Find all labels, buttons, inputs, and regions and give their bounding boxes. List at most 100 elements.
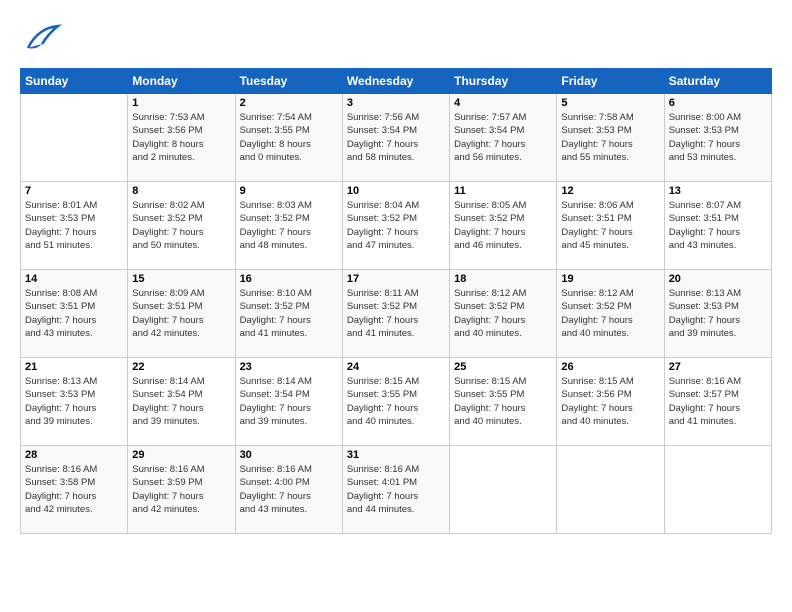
day-number: 31 bbox=[347, 449, 445, 461]
day-number: 18 bbox=[454, 273, 552, 285]
day-number: 15 bbox=[132, 273, 230, 285]
calendar-cell bbox=[664, 446, 771, 534]
day-info: Sunrise: 8:12 AMSunset: 3:52 PMDaylight:… bbox=[561, 287, 659, 340]
calendar-cell: 17Sunrise: 8:11 AMSunset: 3:52 PMDayligh… bbox=[342, 270, 449, 358]
calendar-cell: 2Sunrise: 7:54 AMSunset: 3:55 PMDaylight… bbox=[235, 94, 342, 182]
day-number: 26 bbox=[561, 361, 659, 373]
day-info: Sunrise: 8:16 AMSunset: 3:57 PMDaylight:… bbox=[669, 375, 767, 428]
day-info: Sunrise: 8:16 AMSunset: 3:58 PMDaylight:… bbox=[25, 463, 123, 516]
day-info: Sunrise: 8:14 AMSunset: 3:54 PMDaylight:… bbox=[132, 375, 230, 428]
calendar-cell: 29 Sunrise: 8:16 AMSunset: 3:59 PMDayligh… bbox=[128, 446, 235, 534]
day-info: Sunrise: 8:08 AMSunset: 3:51 PMDaylight:… bbox=[25, 287, 123, 340]
calendar-cell bbox=[450, 446, 557, 534]
calendar-cell: 16 Sunrise: 8:10 AMSunset: 3:52 PMDayligh… bbox=[235, 270, 342, 358]
day-info: Sunrise: 8:05 AMSunset: 3:52 PMDaylight:… bbox=[454, 199, 552, 252]
day-number: 29 bbox=[132, 449, 230, 461]
calendar-cell bbox=[21, 94, 128, 182]
day-number: 12 bbox=[561, 185, 659, 197]
calendar-cell: 3 Sunrise: 7:56 AMSunset: 3:54 PMDaylight… bbox=[342, 94, 449, 182]
day-number: 30 bbox=[240, 449, 338, 461]
day-number: 28 bbox=[25, 449, 123, 461]
day-number: 5 bbox=[561, 97, 659, 109]
day-number: 1 bbox=[132, 97, 230, 109]
logo bbox=[20, 18, 64, 60]
calendar-cell: 31 Sunrise: 8:16 AMSunset: 4:01 PMDayligh… bbox=[342, 446, 449, 534]
day-info: Sunrise: 8:01 AMSunset: 3:53 PMDaylight:… bbox=[25, 199, 123, 252]
day-number: 8 bbox=[132, 185, 230, 197]
calendar-cell: 23Sunrise: 8:14 AMSunset: 3:54 PMDayligh… bbox=[235, 358, 342, 446]
day-info: Sunrise: 8:04 AMSunset: 3:52 PMDaylight:… bbox=[347, 199, 445, 252]
calendar-cell: 5Sunrise: 7:58 AMSunset: 3:53 PMDaylight… bbox=[557, 94, 664, 182]
calendar-cell: 7 Sunrise: 8:01 AMSunset: 3:53 PMDaylight… bbox=[21, 182, 128, 270]
day-info: Sunrise: 8:16 AMSunset: 3:59 PMDaylight:… bbox=[132, 463, 230, 516]
calendar-cell: 21Sunrise: 8:13 AMSunset: 3:53 PMDayligh… bbox=[21, 358, 128, 446]
weekday-header: Wednesday bbox=[342, 69, 449, 94]
calendar-body: 1 Sunrise: 7:53 AMSunset: 3:56 PMDaylight… bbox=[21, 94, 772, 534]
calendar-cell: 1 Sunrise: 7:53 AMSunset: 3:56 PMDaylight… bbox=[128, 94, 235, 182]
calendar-cell: 13 Sunrise: 8:07 AMSunset: 3:51 PMDayligh… bbox=[664, 182, 771, 270]
calendar-cell: 12 Sunrise: 8:06 AMSunset: 3:51 PMDayligh… bbox=[557, 182, 664, 270]
calendar-cell: 4Sunrise: 7:57 AMSunset: 3:54 PMDaylight… bbox=[450, 94, 557, 182]
day-info: Sunrise: 8:13 AMSunset: 3:53 PMDaylight:… bbox=[669, 287, 767, 340]
logo-icon bbox=[20, 18, 62, 60]
day-number: 2 bbox=[240, 97, 338, 109]
day-info: Sunrise: 8:16 AMSunset: 4:01 PMDaylight:… bbox=[347, 463, 445, 516]
calendar-cell: 20Sunrise: 8:13 AMSunset: 3:53 PMDayligh… bbox=[664, 270, 771, 358]
day-number: 16 bbox=[240, 273, 338, 285]
calendar-cell: 19 Sunrise: 8:12 AMSunset: 3:52 PMDayligh… bbox=[557, 270, 664, 358]
day-info: Sunrise: 8:15 AMSunset: 3:55 PMDaylight:… bbox=[454, 375, 552, 428]
weekday-header: Friday bbox=[557, 69, 664, 94]
calendar-cell: 24Sunrise: 8:15 AMSunset: 3:55 PMDayligh… bbox=[342, 358, 449, 446]
day-info: Sunrise: 8:13 AMSunset: 3:53 PMDaylight:… bbox=[25, 375, 123, 428]
day-number: 25 bbox=[454, 361, 552, 373]
header bbox=[20, 18, 772, 60]
calendar-cell: 10 Sunrise: 8:04 AMSunset: 3:52 PMDayligh… bbox=[342, 182, 449, 270]
day-number: 23 bbox=[240, 361, 338, 373]
day-info: Sunrise: 8:07 AMSunset: 3:51 PMDaylight:… bbox=[669, 199, 767, 252]
day-info: Sunrise: 8:00 AMSunset: 3:53 PMDaylight:… bbox=[669, 111, 767, 164]
day-number: 3 bbox=[347, 97, 445, 109]
day-info: Sunrise: 8:10 AMSunset: 3:52 PMDaylight:… bbox=[240, 287, 338, 340]
weekday-header: Monday bbox=[128, 69, 235, 94]
weekday-header: Tuesday bbox=[235, 69, 342, 94]
calendar-header: SundayMondayTuesdayWednesdayThursdayFrid… bbox=[21, 69, 772, 94]
day-info: Sunrise: 8:03 AMSunset: 3:52 PMDaylight:… bbox=[240, 199, 338, 252]
day-number: 6 bbox=[669, 97, 767, 109]
day-info: Sunrise: 7:56 AMSunset: 3:54 PMDaylight:… bbox=[347, 111, 445, 164]
day-number: 9 bbox=[240, 185, 338, 197]
calendar-cell bbox=[557, 446, 664, 534]
day-info: Sunrise: 8:12 AMSunset: 3:52 PMDaylight:… bbox=[454, 287, 552, 340]
calendar-week: 1 Sunrise: 7:53 AMSunset: 3:56 PMDaylight… bbox=[21, 94, 772, 182]
day-number: 14 bbox=[25, 273, 123, 285]
calendar-cell: 22 Sunrise: 8:14 AMSunset: 3:54 PMDayligh… bbox=[128, 358, 235, 446]
weekday-header: Sunday bbox=[21, 69, 128, 94]
calendar-cell: 14 Sunrise: 8:08 AMSunset: 3:51 PMDayligh… bbox=[21, 270, 128, 358]
day-info: Sunrise: 8:15 AMSunset: 3:56 PMDaylight:… bbox=[561, 375, 659, 428]
day-info: Sunrise: 7:53 AMSunset: 3:56 PMDaylight:… bbox=[132, 111, 230, 164]
calendar-cell: 25 Sunrise: 8:15 AMSunset: 3:55 PMDayligh… bbox=[450, 358, 557, 446]
calendar-cell: 15 Sunrise: 8:09 AMSunset: 3:51 PMDayligh… bbox=[128, 270, 235, 358]
calendar-cell: 8 Sunrise: 8:02 AMSunset: 3:52 PMDaylight… bbox=[128, 182, 235, 270]
calendar-cell: 6 Sunrise: 8:00 AMSunset: 3:53 PMDaylight… bbox=[664, 94, 771, 182]
weekday-row: SundayMondayTuesdayWednesdayThursdayFrid… bbox=[21, 69, 772, 94]
day-info: Sunrise: 8:02 AMSunset: 3:52 PMDaylight:… bbox=[132, 199, 230, 252]
day-number: 22 bbox=[132, 361, 230, 373]
calendar-cell: 18 Sunrise: 8:12 AMSunset: 3:52 PMDayligh… bbox=[450, 270, 557, 358]
day-number: 10 bbox=[347, 185, 445, 197]
calendar-cell: 11Sunrise: 8:05 AMSunset: 3:52 PMDayligh… bbox=[450, 182, 557, 270]
calendar-cell: 27Sunrise: 8:16 AMSunset: 3:57 PMDayligh… bbox=[664, 358, 771, 446]
day-info: Sunrise: 8:11 AMSunset: 3:52 PMDaylight:… bbox=[347, 287, 445, 340]
calendar-week: 14 Sunrise: 8:08 AMSunset: 3:51 PMDayligh… bbox=[21, 270, 772, 358]
day-info: Sunrise: 7:57 AMSunset: 3:54 PMDaylight:… bbox=[454, 111, 552, 164]
calendar-week: 21Sunrise: 8:13 AMSunset: 3:53 PMDayligh… bbox=[21, 358, 772, 446]
day-info: Sunrise: 8:06 AMSunset: 3:51 PMDaylight:… bbox=[561, 199, 659, 252]
weekday-header: Saturday bbox=[664, 69, 771, 94]
day-info: Sunrise: 8:09 AMSunset: 3:51 PMDaylight:… bbox=[132, 287, 230, 340]
calendar: SundayMondayTuesdayWednesdayThursdayFrid… bbox=[20, 68, 772, 534]
day-number: 13 bbox=[669, 185, 767, 197]
day-number: 7 bbox=[25, 185, 123, 197]
calendar-cell: 30Sunrise: 8:16 AMSunset: 4:00 PMDayligh… bbox=[235, 446, 342, 534]
day-number: 24 bbox=[347, 361, 445, 373]
day-number: 19 bbox=[561, 273, 659, 285]
calendar-week: 7 Sunrise: 8:01 AMSunset: 3:53 PMDaylight… bbox=[21, 182, 772, 270]
